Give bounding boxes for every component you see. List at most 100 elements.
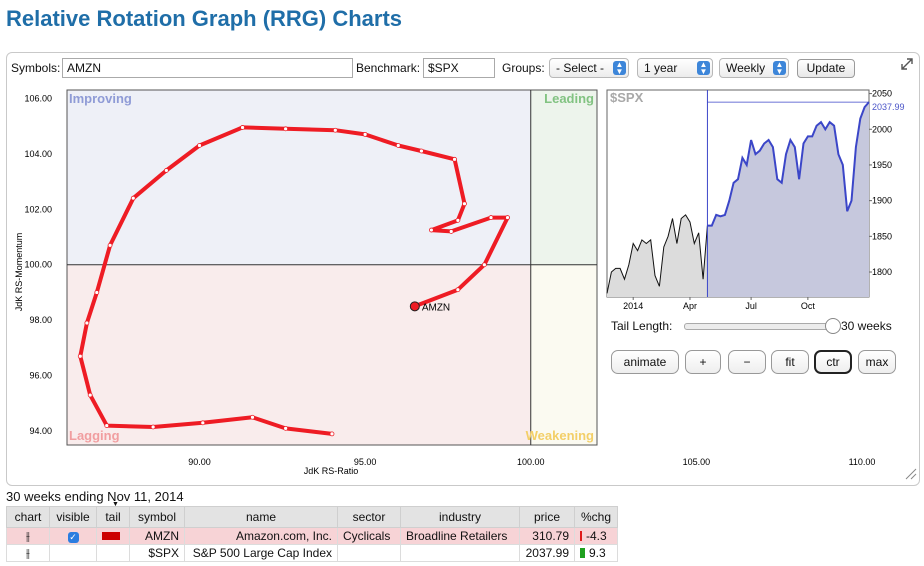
tail-point bbox=[419, 148, 424, 154]
tail-point bbox=[84, 320, 90, 326]
quadrant-label-lagging: Lagging bbox=[69, 428, 120, 443]
fit-button[interactable]: fit bbox=[771, 350, 809, 374]
symbols-table: chart visible tail ▼ symbol name sector i… bbox=[6, 501, 619, 562]
cell-chg: -4.3 bbox=[573, 527, 619, 545]
x-tick-label: 110.00 bbox=[849, 457, 876, 467]
tail-point bbox=[250, 414, 255, 420]
x-tick-label: 105.00 bbox=[683, 457, 711, 467]
tail-length-value: 30 weeks bbox=[841, 319, 892, 333]
tail-point bbox=[332, 127, 338, 133]
col-header-sector[interactable]: sector bbox=[337, 506, 401, 528]
tail-point bbox=[395, 143, 401, 148]
x-tick-label: 90.00 bbox=[188, 457, 211, 467]
tail-point bbox=[362, 131, 368, 137]
cell-chg-value: -4.3 bbox=[586, 529, 607, 543]
cell-sector bbox=[337, 544, 401, 562]
current-point-amzn bbox=[409, 301, 420, 312]
zoom-in-button[interactable]: + bbox=[685, 350, 721, 374]
y-tick-label: 102.00 bbox=[24, 204, 52, 214]
y-tick-label: 98.00 bbox=[29, 315, 52, 325]
quadrant-weakening bbox=[530, 264, 597, 445]
tail-point bbox=[428, 227, 434, 233]
change-bar bbox=[580, 531, 582, 541]
x-tick-label: 100.00 bbox=[517, 457, 545, 467]
cell-price: 310.79 bbox=[519, 527, 575, 545]
col-header-name[interactable]: name bbox=[184, 506, 338, 528]
zoom-out-button[interactable]: − bbox=[728, 350, 766, 374]
col-header-visible[interactable]: visible bbox=[49, 506, 97, 528]
cell-industry: Broadline Retailers bbox=[400, 527, 520, 545]
tail-point bbox=[150, 424, 156, 430]
tail-length-slider-handle[interactable] bbox=[825, 318, 841, 334]
tail-point bbox=[163, 168, 169, 173]
max-button[interactable]: max bbox=[858, 350, 896, 374]
tail-point bbox=[455, 287, 461, 293]
cell-name: Amazon.com, Inc. bbox=[184, 527, 338, 545]
y-axis-label: JdK RS-Momentum bbox=[14, 233, 24, 312]
tail-color-swatch[interactable] bbox=[96, 527, 130, 545]
tail-point bbox=[94, 290, 100, 295]
visible-cell bbox=[49, 544, 97, 562]
tail-point bbox=[283, 126, 289, 132]
tail-point bbox=[200, 420, 206, 426]
tail-point bbox=[130, 195, 136, 201]
tail-point bbox=[283, 425, 289, 431]
y-tick-label: 100.00 bbox=[24, 260, 52, 270]
resize-handle-icon[interactable] bbox=[903, 466, 917, 480]
change-bar bbox=[580, 548, 585, 558]
y-tick-label: 104.00 bbox=[24, 149, 52, 159]
visible-checkbox[interactable]: ✓ bbox=[49, 527, 97, 545]
tail-point bbox=[488, 215, 494, 220]
quadrant-improving bbox=[67, 90, 531, 265]
cell-chg-value: 9.3 bbox=[589, 546, 606, 560]
y-tick-label: 106.00 bbox=[24, 93, 52, 103]
table-row[interactable]: ⫲ ✓ AMZN Amazon.com, Inc. Cyclicals Broa… bbox=[6, 527, 619, 545]
rrg-chart: Improving Leading Lagging Weakening 90.0… bbox=[14, 89, 876, 476]
quadrant-label-leading: Leading bbox=[544, 91, 594, 106]
current-symbol-label: AMZN bbox=[422, 302, 450, 313]
tail-point bbox=[240, 125, 245, 130]
chart-icon[interactable]: ⫲ bbox=[6, 527, 50, 545]
col-header-symbol[interactable]: symbol bbox=[129, 506, 185, 528]
quadrant-label-improving: Improving bbox=[69, 91, 132, 106]
tail-point bbox=[197, 143, 202, 148]
col-header-chart[interactable]: chart bbox=[6, 506, 50, 528]
sort-arrow-icon: ▼ bbox=[112, 501, 119, 508]
tail-point bbox=[329, 431, 335, 437]
cell-name: S&P 500 Large Cap Index bbox=[184, 544, 338, 562]
tail-cell bbox=[96, 544, 130, 562]
y-tick-label: 96.00 bbox=[29, 371, 52, 381]
col-header-tail-label: tail bbox=[105, 510, 121, 524]
tail-point bbox=[481, 262, 487, 268]
col-header-industry[interactable]: industry bbox=[400, 506, 520, 528]
tail-point bbox=[77, 353, 83, 359]
cell-industry bbox=[400, 544, 520, 562]
tail-point bbox=[107, 242, 113, 248]
x-axis-label: JdK RS-Ratio bbox=[304, 466, 359, 476]
tail-point bbox=[462, 201, 467, 207]
animate-button[interactable]: animate bbox=[611, 350, 679, 374]
cell-symbol: AMZN bbox=[129, 527, 185, 545]
tail-length-label: Tail Length: bbox=[611, 319, 673, 333]
col-header-price[interactable]: price bbox=[519, 506, 575, 528]
cell-price: 2037.99 bbox=[519, 544, 575, 562]
tail-point bbox=[455, 217, 461, 223]
col-header-tail[interactable]: tail ▼ bbox=[96, 501, 130, 528]
quadrant-leading bbox=[530, 90, 597, 265]
y-tick-label: 94.00 bbox=[29, 426, 52, 436]
cell-chg: 9.3 bbox=[573, 544, 619, 562]
col-header-chg[interactable]: %chg bbox=[573, 506, 619, 528]
quadrant-label-weakening: Weakening bbox=[526, 428, 594, 443]
tail-point bbox=[452, 156, 457, 162]
tail-point bbox=[104, 423, 110, 428]
chart-icon[interactable]: ⫲ bbox=[6, 544, 50, 562]
summary-ending: 30 weeks ending Nov 11, 2014 bbox=[6, 489, 184, 504]
center-button[interactable]: ctr bbox=[814, 350, 852, 374]
table-row[interactable]: ⫲ $SPX S&P 500 Large Cap Index 2037.99 9… bbox=[6, 544, 619, 562]
cell-symbol: $SPX bbox=[129, 544, 185, 562]
quadrant-lagging bbox=[67, 264, 531, 445]
tail-length-slider[interactable] bbox=[684, 323, 836, 330]
tail-point bbox=[505, 215, 510, 220]
cell-sector: Cyclicals bbox=[337, 527, 401, 545]
tail-point bbox=[87, 392, 93, 398]
